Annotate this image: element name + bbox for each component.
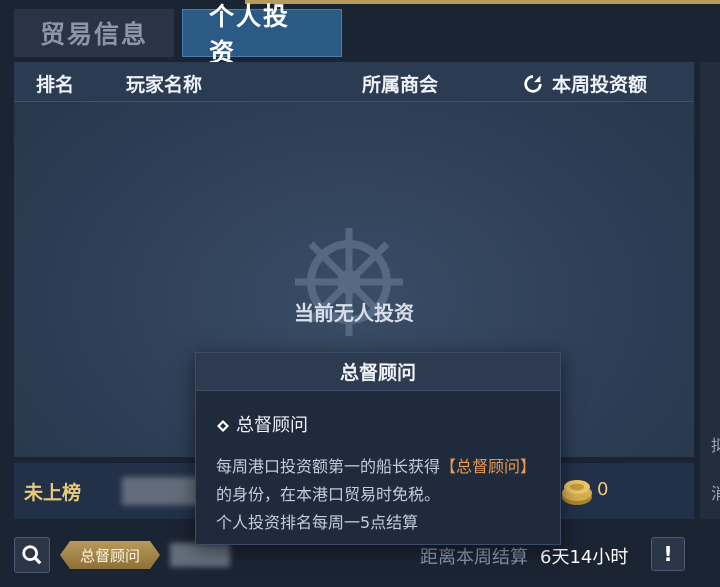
tab-personal-investment[interactable]: 个人投资	[182, 2, 342, 67]
info-button[interactable]: !	[651, 537, 685, 571]
tooltip-body: 每周港口投资额第一的船长获得【总督顾问】的身份，在本港口贸易时免税。 个人投资排…	[216, 453, 551, 537]
self-investment-amount: 0	[597, 479, 609, 500]
settle-countdown: 6天14小时	[540, 547, 629, 568]
side-label-2: 消	[711, 484, 720, 503]
refresh-icon[interactable]	[522, 73, 544, 95]
self-rank-text: 未上榜	[24, 482, 82, 504]
header-weekly-investment: 本周投资额	[522, 70, 647, 97]
search-button[interactable]	[14, 537, 50, 573]
search-icon	[22, 545, 42, 565]
tooltip-body-highlight: 【总督顾问】	[440, 457, 537, 476]
governor-advisor-badge[interactable]: 总督顾问	[60, 541, 160, 569]
tab-bar: 贸易信息 个人投资	[14, 2, 342, 67]
tooltip-body-pre: 每周港口投资额第一的船长获得	[216, 457, 441, 476]
settle-label: 距离本周结算	[420, 547, 528, 568]
header-guild: 所属商会	[362, 74, 439, 96]
side-label-1: 拟	[711, 436, 720, 455]
advisor-name-blurred	[170, 543, 230, 567]
header-rank: 排名	[36, 74, 75, 96]
tooltip-subtitle-text: 总督顾问	[236, 415, 308, 436]
header-player-name: 玩家名称	[126, 74, 203, 96]
tab-trade-info[interactable]: 贸易信息	[14, 9, 174, 57]
governor-advisor-tooltip: 总督顾问 总督顾问 每周港口投资额第一的船长获得【总督顾问】的身份，在本港口贸易…	[195, 352, 561, 545]
tooltip-body-line2: 个人投资排名每周一5点结算	[216, 513, 419, 532]
tooltip-subtitle: 总督顾问	[216, 411, 308, 437]
coin-icon	[559, 473, 595, 509]
empty-message: 当前无人投资	[294, 301, 414, 325]
diamond-icon	[216, 417, 230, 432]
tooltip-body-post: 的身份，在本港口贸易时免税。	[216, 485, 441, 504]
header-weekly-investment-label: 本周投资额	[552, 74, 648, 96]
tooltip-header: 总督顾问	[196, 353, 560, 391]
table-header: 排名 玩家名称 所属商会 本周投资额	[14, 62, 694, 102]
